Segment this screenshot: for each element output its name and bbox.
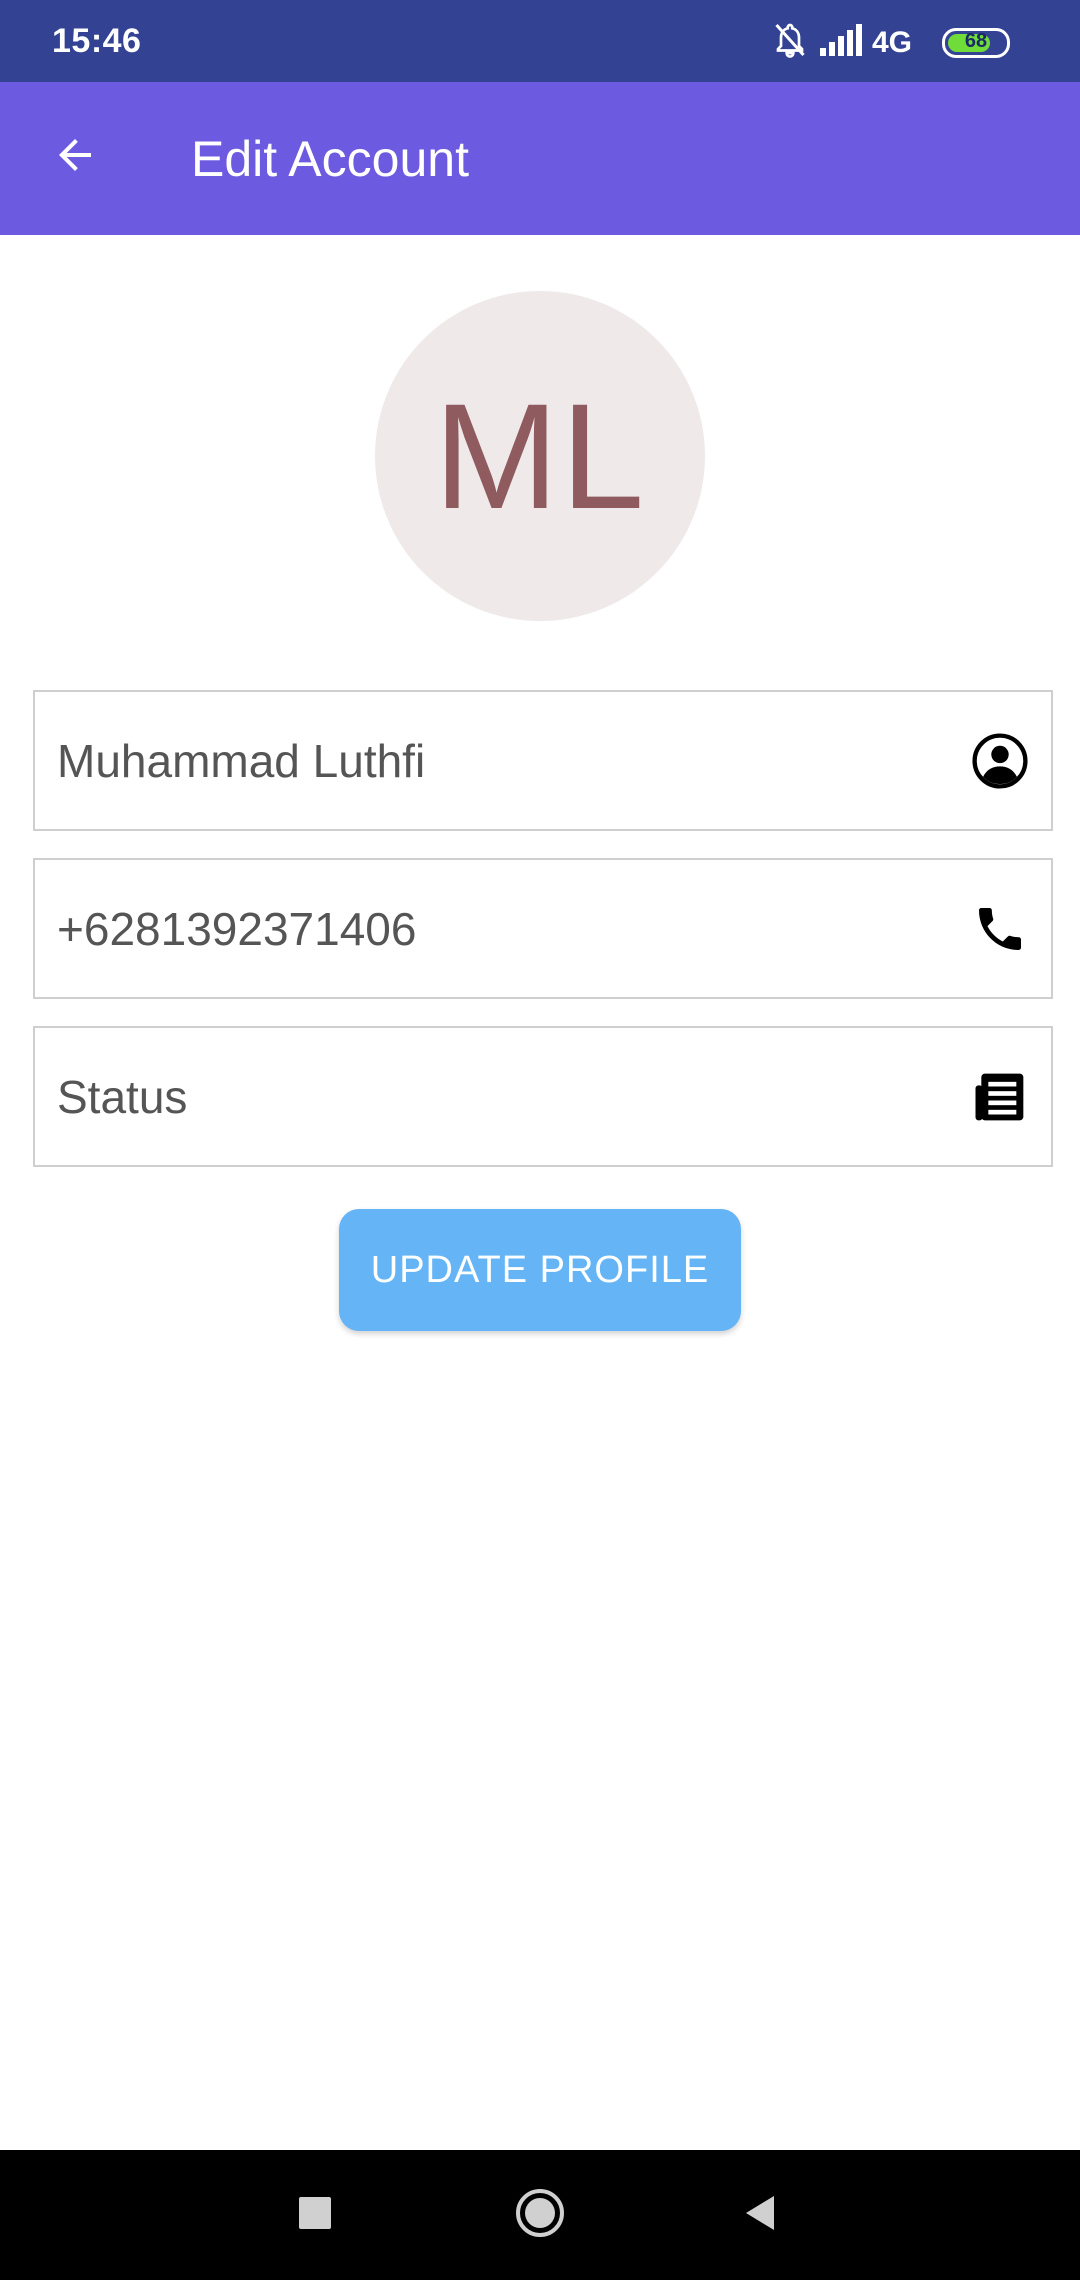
update-profile-button[interactable]: UPDATE PROFILE bbox=[339, 1209, 741, 1331]
status-icons: 4G 68 bbox=[772, 20, 1032, 64]
status-bar: 15:46 4G 68 bbox=[0, 0, 1080, 82]
status-input[interactable] bbox=[57, 1028, 957, 1165]
status-field[interactable] bbox=[33, 1026, 1053, 1167]
account-circle-icon bbox=[971, 732, 1029, 790]
network-type: 4G bbox=[872, 26, 913, 59]
home-circle-icon bbox=[514, 2187, 566, 2244]
home-button[interactable] bbox=[510, 2185, 570, 2245]
phone-input[interactable] bbox=[57, 860, 957, 997]
status-time: 15:46 bbox=[52, 22, 142, 60]
page-title: Edit Account bbox=[191, 131, 469, 187]
avatar[interactable]: ML bbox=[375, 291, 705, 621]
arrow-back-icon bbox=[51, 131, 99, 184]
article-icon bbox=[971, 1068, 1029, 1126]
phone-icon bbox=[971, 900, 1029, 958]
recents-button[interactable] bbox=[285, 2185, 345, 2245]
notifications-off-icon bbox=[772, 20, 808, 65]
phone-field[interactable] bbox=[33, 858, 1053, 999]
back-nav-button[interactable] bbox=[730, 2185, 790, 2245]
back-button[interactable] bbox=[40, 122, 110, 192]
back-triangle-icon bbox=[740, 2193, 780, 2238]
app-bar: Edit Account bbox=[0, 82, 1080, 235]
edit-account-screen: 15:46 4G 68 Edit Account ML Muhammad Lut… bbox=[0, 0, 1080, 2280]
signal-icon bbox=[820, 24, 864, 63]
name-field[interactable] bbox=[33, 690, 1053, 831]
name-input[interactable] bbox=[57, 692, 957, 829]
avatar-initials: ML bbox=[433, 371, 647, 540]
battery-icon: 68 bbox=[942, 28, 1010, 58]
recents-square-icon bbox=[297, 2195, 333, 2236]
battery-level: 68 bbox=[964, 30, 988, 52]
system-nav-bar bbox=[0, 2150, 1080, 2280]
